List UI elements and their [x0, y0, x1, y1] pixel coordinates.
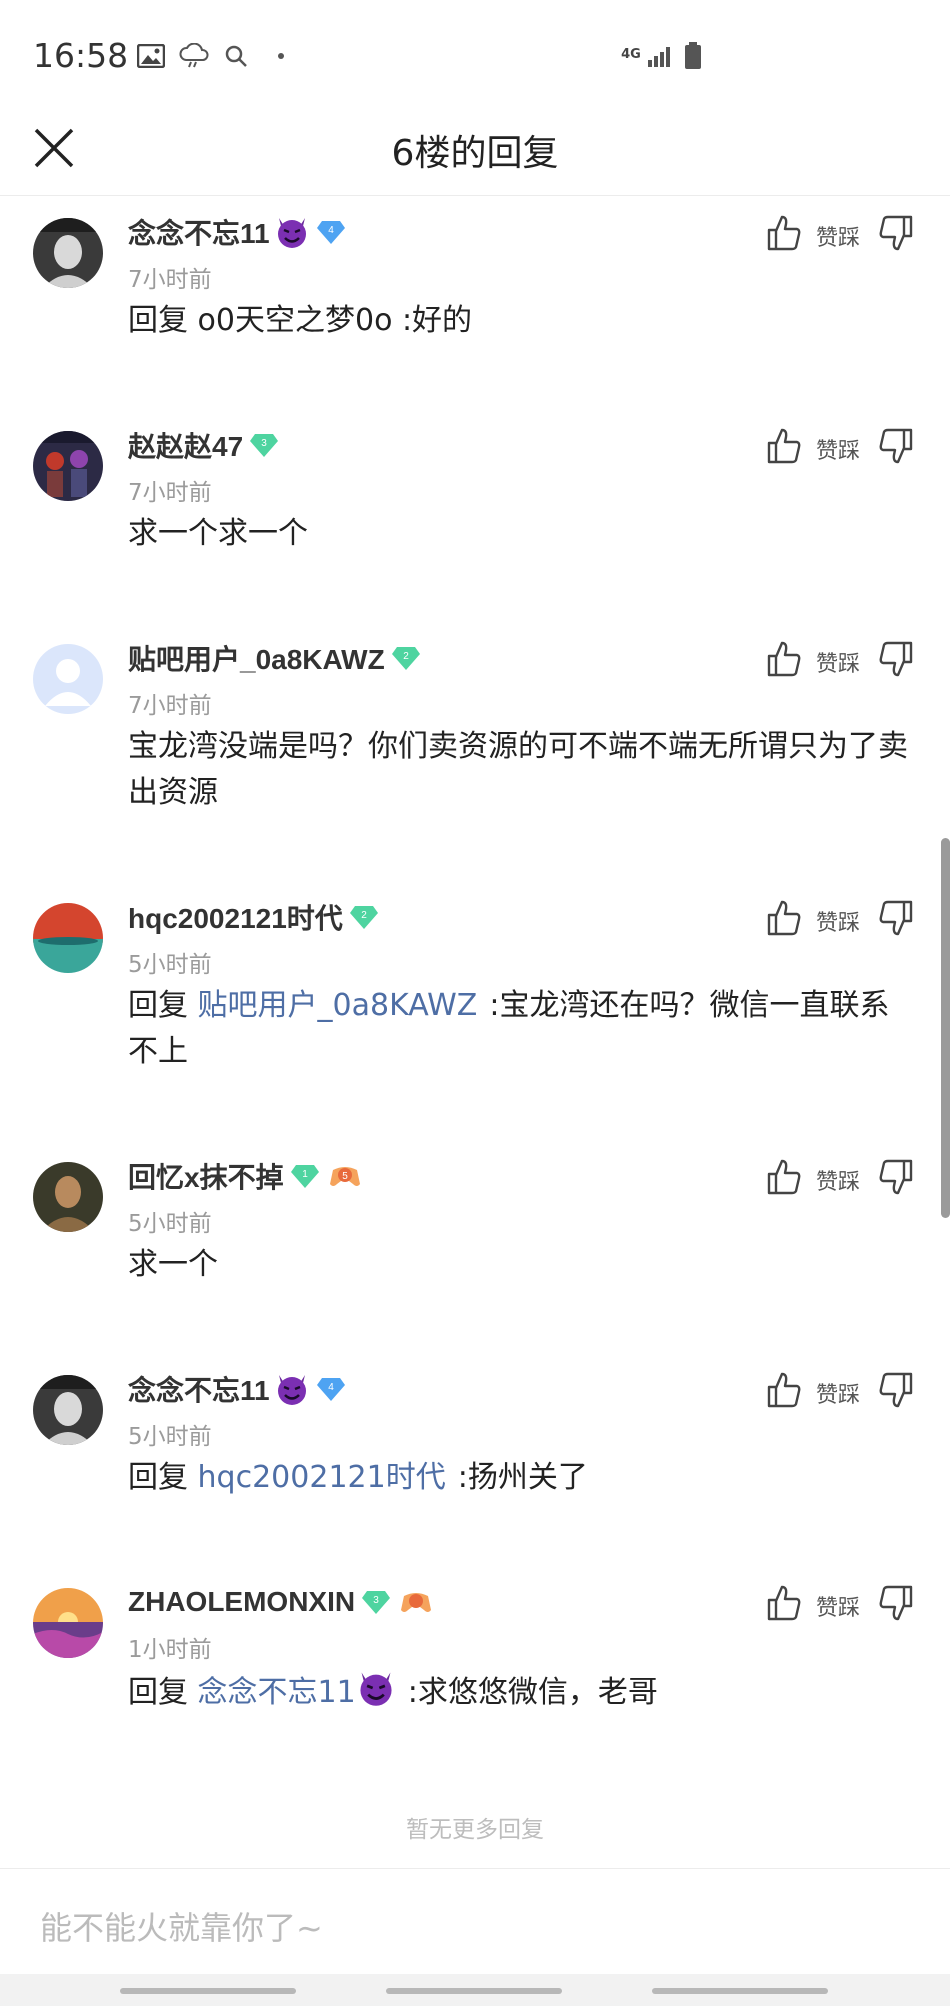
- level-badge: 3: [249, 432, 279, 458]
- thumb-down-icon[interactable]: [878, 427, 914, 465]
- zan-cai-label: 赞踩: [816, 226, 861, 251]
- mention-link[interactable]: 念念不忘11: [198, 1672, 396, 1710]
- svg-text:2: 2: [361, 910, 367, 921]
- zan-cai-label: 赞踩: [816, 1170, 861, 1195]
- thumb-down-icon[interactable]: [878, 640, 914, 678]
- signal-icon: [646, 42, 676, 70]
- username[interactable]: 贴吧用户_0a8KAWZ: [128, 638, 385, 678]
- level-badge: 4: [316, 219, 346, 245]
- game-badge-icon: [399, 1588, 433, 1616]
- reply-time: 5小时前: [128, 1424, 212, 1450]
- game-badge-icon: 5: [328, 1162, 362, 1190]
- username[interactable]: ZHAOLEMONXIN: [128, 1586, 355, 1618]
- svg-text:4: 4: [328, 1382, 334, 1393]
- scrollbar[interactable]: [941, 838, 950, 1218]
- zan-cai-label: 赞踩: [816, 1383, 861, 1408]
- thumb-down-icon[interactable]: [878, 1158, 914, 1196]
- reply-actions: 赞踩: [766, 214, 916, 254]
- thumb-up-icon[interactable]: [766, 1158, 802, 1196]
- nav-handle-right[interactable]: [652, 1988, 828, 1994]
- reply-content[interactable]: 回复 贴吧用户_0a8KAWZ:宝龙湾还在吗？微信一直联系不上: [128, 983, 918, 1075]
- username[interactable]: hqc2002121时代: [128, 897, 343, 937]
- avatar[interactable]: [33, 903, 103, 973]
- svg-text:1: 1: [302, 1169, 308, 1180]
- status-bar: 16:58 4G: [0, 0, 950, 110]
- search-icon: [222, 42, 250, 70]
- username[interactable]: 赵赵赵47: [128, 425, 243, 465]
- avatar[interactable]: [33, 1162, 103, 1232]
- reply-content[interactable]: 回复 念念不忘11:求悠悠微信，老哥: [128, 1668, 918, 1716]
- username[interactable]: 回忆x抹不掉: [128, 1156, 284, 1196]
- reply-time: 1小时前: [128, 1637, 212, 1663]
- zan-cai-label: 赞踩: [816, 1596, 861, 1621]
- reply-actions: 赞踩: [766, 1371, 916, 1411]
- svg-text:2: 2: [403, 651, 409, 662]
- zan-cai-label: 赞踩: [816, 439, 861, 464]
- mention-link[interactable]: 贴吧用户_0a8KAWZ: [198, 988, 478, 1023]
- thumb-up-icon[interactable]: [766, 899, 802, 937]
- devil-emoji-icon: [360, 1672, 392, 1706]
- reply-content[interactable]: 回复 hqc2002121时代:扬州关了: [128, 1455, 918, 1501]
- thumb-up-icon[interactable]: [766, 1584, 802, 1622]
- page-title: 6楼的回复: [391, 133, 559, 174]
- level-badge: 1: [290, 1163, 320, 1189]
- thumb-up-icon[interactable]: [766, 1371, 802, 1409]
- thumb-up-icon[interactable]: [766, 640, 802, 678]
- reply-content[interactable]: 求一个: [128, 1242, 918, 1288]
- nav-handle-center[interactable]: [386, 1988, 562, 1994]
- reply-content[interactable]: 宝龙湾没端是吗？你们卖资源的可不端不端无所谓只为了卖出资源: [128, 724, 918, 816]
- image-icon: [136, 42, 166, 70]
- avatar[interactable]: [33, 218, 103, 288]
- reply-time: 7小时前: [128, 267, 212, 293]
- zan-cai-label: 赞踩: [816, 652, 861, 677]
- level-badge: 3: [361, 1589, 391, 1615]
- status-time: 16:58: [33, 36, 129, 75]
- thumb-down-icon[interactable]: [878, 214, 914, 252]
- network-type: 4G: [621, 46, 641, 62]
- thumb-up-icon[interactable]: [766, 214, 802, 252]
- reply-content[interactable]: 求一个求一个: [128, 511, 918, 557]
- level-badge: 2: [391, 645, 421, 671]
- navigation-bar: [0, 1974, 950, 2006]
- nav-handle-left[interactable]: [120, 1988, 296, 1994]
- reply-actions: 赞踩: [766, 1584, 916, 1624]
- battery-icon: [682, 42, 704, 70]
- username[interactable]: 念念不忘11: [128, 212, 270, 252]
- no-more-replies: 暂无更多回复: [406, 1817, 544, 1843]
- username[interactable]: 念念不忘11: [128, 1369, 270, 1409]
- reply-actions: 赞踩: [766, 640, 916, 680]
- header: 6楼的回复: [0, 110, 950, 196]
- avatar[interactable]: [33, 644, 103, 714]
- svg-text:3: 3: [373, 1595, 379, 1606]
- svg-text:3: 3: [261, 438, 267, 449]
- reply-actions: 赞踩: [766, 1158, 916, 1198]
- thumb-down-icon[interactable]: [878, 1584, 914, 1622]
- devil-emoji-icon: [274, 214, 310, 250]
- reply-actions: 赞踩: [766, 899, 916, 939]
- thumb-down-icon[interactable]: [878, 1371, 914, 1409]
- level-badge: 4: [316, 1376, 346, 1402]
- reply-actions: 赞踩: [766, 427, 916, 467]
- level-badge: 2: [349, 904, 379, 930]
- avatar[interactable]: [33, 1375, 103, 1445]
- reply-content[interactable]: 回复 o0天空之梦0o :好的: [128, 298, 918, 344]
- thumb-up-icon[interactable]: [766, 427, 802, 465]
- dot-icon: [276, 42, 286, 70]
- devil-emoji-icon: [274, 1371, 310, 1407]
- reply-input[interactable]: 能不能火就靠你了~: [40, 1903, 323, 1949]
- svg-text:5: 5: [342, 1171, 348, 1182]
- reply-time: 7小时前: [128, 480, 212, 506]
- avatar[interactable]: [33, 1588, 103, 1658]
- reply-time: 5小时前: [128, 952, 212, 978]
- reply-time: 7小时前: [128, 693, 212, 719]
- svg-text:4: 4: [328, 225, 334, 236]
- cloud-icon: [178, 42, 210, 70]
- reply-time: 5小时前: [128, 1211, 212, 1237]
- avatar[interactable]: [33, 431, 103, 501]
- reply-input-bar[interactable]: 能不能火就靠你了~: [0, 1868, 950, 1974]
- thumb-down-icon[interactable]: [878, 899, 914, 937]
- zan-cai-label: 赞踩: [816, 911, 861, 936]
- mention-link[interactable]: hqc2002121时代: [198, 1460, 446, 1495]
